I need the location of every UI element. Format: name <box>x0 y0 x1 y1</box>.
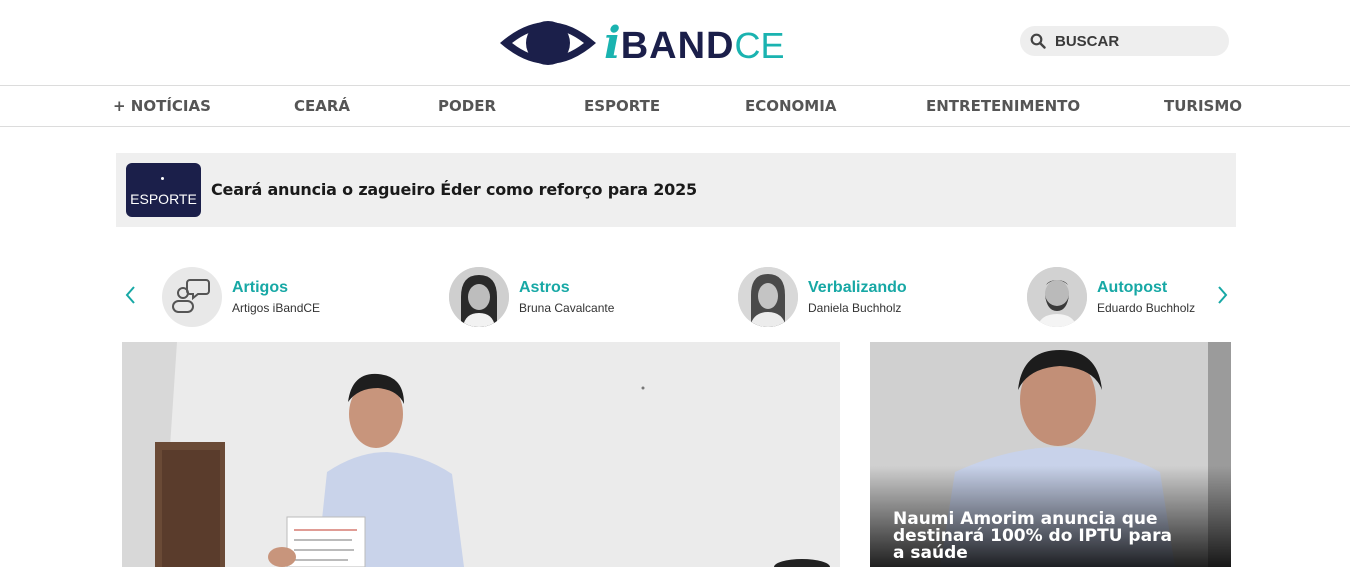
columnist-item-artigos[interactable]: Artigos Artigos iBandCE <box>162 267 320 327</box>
columnist-author: Daniela Buchholz <box>808 301 902 315</box>
person-photo-icon <box>738 267 798 327</box>
columnists-carousel: Artigos Artigos iBandCE Astros Bruna Cav… <box>116 262 1236 332</box>
logo-band: BAND <box>620 24 735 67</box>
nav-item-ceara[interactable]: CEARÁ <box>294 97 350 115</box>
nav-item-poder[interactable]: PODER <box>438 97 496 115</box>
nav-item-noticias[interactable]: + NOTÍCIAS <box>113 97 211 115</box>
featured-side-card[interactable]: Naumi Amorim anuncia que destinará 100% … <box>870 342 1231 567</box>
columnist-author: Eduardo Buchholz <box>1097 301 1196 315</box>
ticker-category-badge[interactable]: ESPORTE <box>126 163 201 217</box>
chevron-right-icon[interactable] <box>1212 282 1232 308</box>
columnist-name: Verbalizando <box>808 279 907 296</box>
search-input[interactable] <box>1055 32 1215 50</box>
site-header: i BAND CE <box>0 0 1350 86</box>
nav-item-economia[interactable]: ECONOMIA <box>745 97 836 115</box>
featured-main-photo[interactable] <box>122 342 840 567</box>
person-photo-icon <box>449 267 509 327</box>
avatar <box>1027 267 1087 327</box>
chat-people-icon <box>172 279 210 313</box>
columnist-author: Artigos iBandCE <box>232 301 321 315</box>
eye-logo-icon <box>500 21 596 65</box>
logo-i: i <box>604 17 621 69</box>
columnist-name: Artigos <box>232 279 288 296</box>
columnist-name: Autopost <box>1097 279 1168 296</box>
ticker-headline[interactable]: Ceará anuncia o zagueiro Éder como refor… <box>211 180 697 199</box>
nav-item-entretenimento[interactable]: ENTRETENIMENTO <box>926 97 1080 115</box>
featured-photo-image <box>122 342 840 567</box>
avatar <box>449 267 509 327</box>
columnist-item-autopost[interactable]: Autopost Eduardo Buchholz <box>1027 267 1195 327</box>
search-box[interactable] <box>1020 26 1229 56</box>
columnist-author: Bruna Cavalcante <box>519 301 615 315</box>
side-card-headline[interactable]: Naumi Amorim anuncia que destinará 100% … <box>893 511 1183 562</box>
columnist-name: Astros <box>519 279 570 296</box>
ticker-dot <box>161 177 164 180</box>
chevron-left-icon[interactable] <box>121 282 141 308</box>
nav-item-esporte[interactable]: ESPORTE <box>584 97 660 115</box>
site-logo[interactable]: i BAND CE <box>498 12 785 74</box>
avatar <box>162 267 222 327</box>
columnist-item-verbalizando[interactable]: Verbalizando Daniela Buchholz <box>738 267 907 327</box>
nav-item-turismo[interactable]: TURISMO <box>1164 97 1242 115</box>
logo-ce: CE <box>734 24 785 66</box>
person-photo-icon <box>1027 267 1087 327</box>
ticker-category-label: ESPORTE <box>130 191 197 207</box>
avatar <box>738 267 798 327</box>
news-ticker[interactable]: ESPORTE Ceará anuncia o zagueiro Éder co… <box>116 153 1236 227</box>
columnist-item-astros[interactable]: Astros Bruna Cavalcante <box>449 267 614 327</box>
search-icon[interactable] <box>1030 33 1046 49</box>
logo-wordmark: i BAND CE <box>604 18 785 69</box>
main-nav: + NOTÍCIAS CEARÁ PODER ESPORTE ECONOMIA … <box>0 86 1350 127</box>
